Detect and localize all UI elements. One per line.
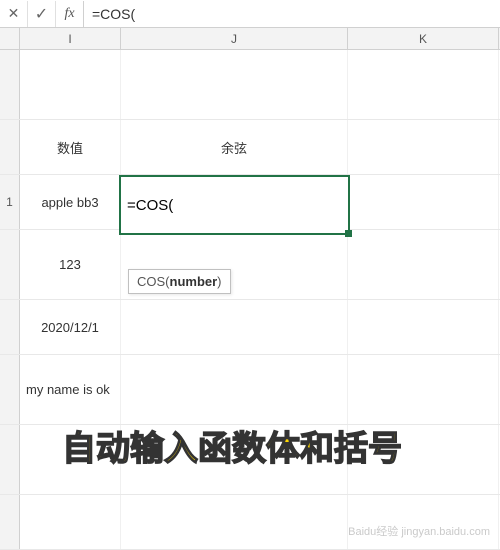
tooltip-fn: COS( xyxy=(137,274,170,289)
editing-formula-text: =COS( xyxy=(127,197,173,214)
grid-row xyxy=(0,50,500,120)
cell[interactable] xyxy=(348,50,499,119)
watermark: Baidu经验 jingyan.baidu.com xyxy=(348,526,490,539)
function-tooltip: COS(number) xyxy=(128,269,231,294)
row-header[interactable] xyxy=(0,495,20,549)
column-headers: I J K xyxy=(0,28,500,50)
grid-row: 2020/12/1 xyxy=(0,300,500,355)
cell-header-values[interactable]: 数值 xyxy=(20,120,121,174)
formula-bar: ✕ ✓ fx xyxy=(0,0,500,28)
tooltip-arg: number xyxy=(170,274,218,289)
cell[interactable] xyxy=(121,300,348,354)
grid-row: 123 xyxy=(0,230,500,300)
row-header[interactable] xyxy=(0,300,20,354)
column-header-I[interactable]: I xyxy=(20,28,121,49)
row-header[interactable] xyxy=(0,230,20,299)
spreadsheet-grid: 数值 余弦 1 apple bb3 123 2020/12/1 my name … xyxy=(0,50,500,545)
cell[interactable]: 2020/12/1 xyxy=(20,300,121,354)
active-cell-editor[interactable]: =COS( xyxy=(119,175,350,235)
cell[interactable] xyxy=(121,355,348,424)
row-header[interactable] xyxy=(0,120,20,174)
grid-row: my name is ok xyxy=(0,355,500,425)
select-all-corner[interactable] xyxy=(0,28,20,49)
cell[interactable] xyxy=(348,495,499,549)
cell[interactable] xyxy=(20,495,121,549)
cell-header-cosine[interactable]: 余弦 xyxy=(121,120,348,174)
fill-handle[interactable] xyxy=(345,230,352,237)
cancel-icon[interactable]: ✕ xyxy=(0,1,28,27)
cell[interactable]: my name is ok xyxy=(20,355,121,424)
grid-row xyxy=(0,495,500,550)
column-header-K[interactable]: K xyxy=(348,28,499,49)
cell[interactable] xyxy=(348,175,499,229)
cell[interactable] xyxy=(348,120,499,174)
cell[interactable] xyxy=(348,300,499,354)
cell[interactable] xyxy=(121,50,348,119)
tooltip-close: ) xyxy=(217,274,221,289)
row-header[interactable] xyxy=(0,425,20,494)
fx-icon[interactable]: fx xyxy=(56,1,84,27)
row-header[interactable] xyxy=(0,50,20,119)
row-header[interactable] xyxy=(0,355,20,424)
annotation-overlay: 自动输入函数体和括号 xyxy=(62,421,402,470)
cell[interactable] xyxy=(121,495,348,549)
cell[interactable]: 123 xyxy=(20,230,121,299)
formula-input[interactable] xyxy=(84,6,500,22)
enter-icon[interactable]: ✓ xyxy=(28,1,56,27)
cell[interactable]: apple bb3 xyxy=(20,175,121,229)
column-header-J[interactable]: J xyxy=(121,28,348,49)
grid-row: 数值 余弦 xyxy=(0,120,500,175)
cell[interactable] xyxy=(348,230,499,299)
cell[interactable] xyxy=(348,355,499,424)
cell[interactable] xyxy=(20,50,121,119)
row-header[interactable]: 1 xyxy=(0,175,20,229)
